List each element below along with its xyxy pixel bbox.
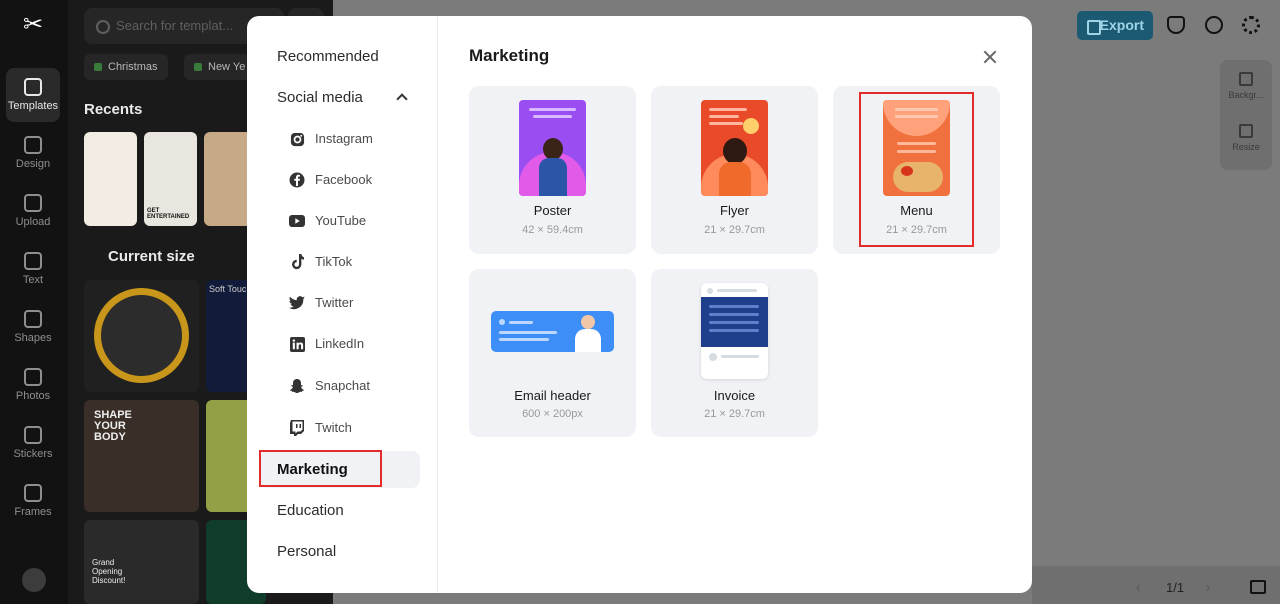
sidebar-item-tiktok[interactable]: TikTok bbox=[289, 247, 352, 277]
close-icon[interactable] bbox=[982, 49, 998, 65]
sidebar-item-snapchat[interactable]: Snapchat bbox=[289, 371, 370, 401]
capcut-logo-icon: ✂ bbox=[22, 11, 44, 38]
rail-item-text[interactable]: Text bbox=[6, 242, 60, 296]
menu-highlight-box bbox=[859, 92, 974, 247]
template-name: Invoice bbox=[713, 388, 756, 403]
poster-preview bbox=[519, 100, 586, 196]
template-thumb[interactable]: SHAPE YOUR BODY bbox=[84, 400, 199, 512]
sidebar-item-twitter[interactable]: Twitter bbox=[289, 288, 353, 318]
design-icon bbox=[24, 136, 42, 154]
instagram-icon bbox=[289, 131, 305, 147]
photos-icon bbox=[24, 368, 42, 386]
marketing-highlight-box bbox=[259, 450, 382, 487]
rail-item-frames[interactable]: Frames bbox=[6, 474, 60, 528]
chip-christmas[interactable]: Christmas bbox=[84, 54, 168, 80]
shield-icon[interactable] bbox=[1167, 16, 1185, 34]
text-icon bbox=[24, 252, 42, 270]
template-size-dialog: Recommended Social media Instagram Faceb… bbox=[247, 16, 1032, 593]
background-tool[interactable]: Backgr... bbox=[1220, 72, 1272, 100]
template-name: Poster bbox=[533, 203, 572, 218]
next-page-icon[interactable]: › bbox=[1206, 580, 1210, 595]
template-size: 21 × 29.7cm bbox=[704, 224, 765, 236]
template-card-invoice[interactable]: Invoice 21 × 29.7cm bbox=[651, 269, 818, 437]
stickers-icon bbox=[24, 426, 42, 444]
help-icon[interactable] bbox=[1205, 16, 1223, 34]
sidebar-item-instagram[interactable]: Instagram bbox=[289, 124, 373, 154]
sidebar-item-youtube[interactable]: YouTube bbox=[289, 206, 366, 236]
youtube-icon bbox=[289, 213, 305, 229]
chevron-up-icon bbox=[396, 93, 408, 105]
sidebar-item-twitch[interactable]: Twitch bbox=[289, 413, 352, 443]
resize-icon bbox=[1239, 124, 1253, 138]
twitch-icon bbox=[289, 420, 305, 436]
gear-icon[interactable] bbox=[1242, 16, 1260, 34]
template-card-email-header[interactable]: Email header 600 × 200px bbox=[469, 269, 636, 437]
template-name: Flyer bbox=[720, 203, 749, 218]
template-thumb[interactable]: Grand Opening Discount! bbox=[84, 520, 199, 604]
template-size: 600 × 200px bbox=[522, 408, 583, 420]
prev-page-icon[interactable]: ‹ bbox=[1136, 580, 1140, 595]
category-education[interactable]: Education bbox=[259, 492, 420, 529]
snapchat-icon bbox=[289, 378, 305, 394]
rail-item-photos[interactable]: Photos bbox=[6, 358, 60, 412]
chip-new-year[interactable]: New Ye bbox=[184, 54, 256, 80]
sidebar-item-linkedin[interactable]: LinkedIn bbox=[289, 329, 364, 359]
layers-icon[interactable] bbox=[1250, 580, 1266, 594]
rail-item-shapes[interactable]: Shapes bbox=[6, 300, 60, 354]
collapse-icon[interactable] bbox=[22, 568, 46, 592]
export-button[interactable]: Export bbox=[1077, 11, 1153, 40]
category-recommended[interactable]: Recommended bbox=[259, 38, 420, 75]
rail-item-stickers[interactable]: Stickers bbox=[6, 416, 60, 470]
email-header-preview bbox=[491, 311, 614, 352]
category-personal[interactable]: Personal bbox=[259, 533, 420, 570]
left-rail: ✂ Templates Design Upload Text Shapes Ph… bbox=[0, 0, 68, 604]
sidebar-item-facebook[interactable]: Facebook bbox=[289, 165, 372, 195]
templates-icon bbox=[24, 78, 42, 96]
category-social-media[interactable]: Social media bbox=[259, 79, 420, 116]
background-icon bbox=[1239, 72, 1253, 86]
template-size: 42 × 59.4cm bbox=[522, 224, 583, 236]
resize-tool[interactable]: Resize bbox=[1220, 124, 1272, 152]
upload-icon bbox=[24, 194, 42, 212]
frames-icon bbox=[24, 484, 42, 502]
template-card-poster[interactable]: Poster 42 × 59.4cm bbox=[469, 86, 636, 254]
twitter-icon bbox=[289, 295, 305, 311]
page-indicator: 1/1 bbox=[1166, 580, 1185, 595]
rail-item-upload[interactable]: Upload bbox=[6, 184, 60, 238]
current-size-heading: Current size bbox=[108, 248, 195, 265]
recents-heading: Recents bbox=[84, 101, 143, 118]
facebook-icon bbox=[289, 172, 305, 188]
recent-thumb[interactable] bbox=[84, 132, 137, 226]
template-thumb[interactable] bbox=[84, 280, 199, 392]
recent-thumb[interactable]: GET ENTERTAINED bbox=[144, 132, 197, 226]
shapes-icon bbox=[24, 310, 42, 328]
dialog-title: Marketing bbox=[469, 46, 550, 65]
tiktok-icon bbox=[289, 254, 305, 270]
bottom-bar bbox=[1032, 566, 1280, 604]
template-size: 21 × 29.7cm bbox=[704, 408, 765, 420]
flyer-preview bbox=[701, 100, 768, 196]
rail-item-templates[interactable]: Templates bbox=[6, 68, 60, 122]
template-card-flyer[interactable]: Flyer 21 × 29.7cm bbox=[651, 86, 818, 254]
rail-item-design[interactable]: Design bbox=[6, 126, 60, 180]
category-sidebar: Recommended Social media Instagram Faceb… bbox=[247, 16, 438, 593]
invoice-preview bbox=[701, 283, 768, 379]
right-toolbar: Backgr... Resize bbox=[1220, 60, 1272, 170]
template-name: Email header bbox=[514, 388, 591, 403]
linkedin-icon bbox=[289, 336, 305, 352]
